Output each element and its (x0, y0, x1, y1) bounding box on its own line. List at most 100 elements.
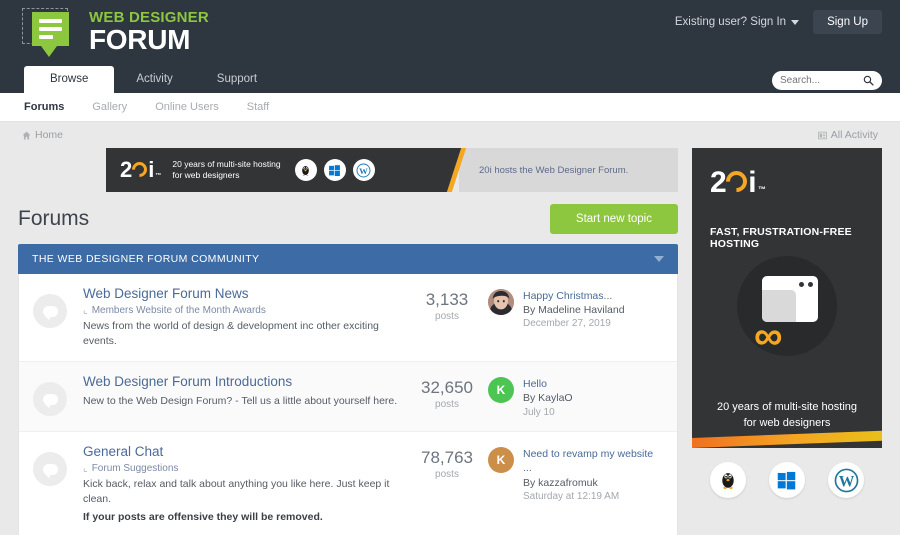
start-new-topic-button[interactable]: Start new topic (549, 204, 678, 234)
search-input[interactable] (780, 75, 863, 86)
top-ad-tm: ™ (155, 173, 161, 179)
post-count-label: posts (435, 399, 459, 411)
forum-bubble-icon (33, 452, 67, 487)
page-title-row: Forums Start new topic (18, 204, 678, 234)
side-ad-brand: 2 i ™ (710, 166, 766, 200)
windows-icon (768, 462, 805, 498)
linux-icon (709, 462, 746, 498)
logo-bar-3 (39, 35, 53, 39)
last-post-author: By kazzafromuk (523, 476, 598, 489)
top-ad-icons: W (294, 159, 375, 181)
sign-in-link[interactable]: Existing user? Sign In (675, 16, 800, 28)
search-box[interactable] (772, 71, 882, 90)
side-ad-footer-line1: 20 years of multi-site hosting (716, 401, 857, 414)
side-ad-brand-i: i (748, 166, 756, 199)
side-ad-footer: 20 years of multi-site hosting for web d… (692, 400, 882, 432)
post-count-label: posts (435, 469, 459, 481)
subnav-item-online-users[interactable]: Online Users (155, 101, 219, 113)
browser-dots (799, 282, 813, 287)
category-header[interactable]: THE WEB DESIGNER FORUM COMMUNITY (18, 244, 678, 274)
search-icon[interactable] (863, 75, 874, 86)
subnav-item-forums[interactable]: Forums (24, 101, 64, 113)
last-post-meta: Hello By KaylaO July 10 (523, 377, 573, 419)
tab-browse[interactable]: Browse (24, 65, 115, 93)
post-count: 3,133 posts (406, 290, 488, 322)
top-ad-brand-i: i (148, 157, 154, 182)
activity-list-icon (817, 131, 827, 139)
primary-tabbar: Browse Activity Support (0, 63, 900, 93)
forum-title-link[interactable]: Web Designer Forum News (83, 286, 398, 303)
subforum-link[interactable]: ⌞ Forum Suggestions (83, 463, 398, 474)
last-post-title[interactable]: Hello (523, 377, 573, 391)
last-post: Happy Christmas... By Madeline Haviland … (488, 289, 663, 331)
forum-bubble-icon (33, 294, 67, 328)
post-count-number: 32,650 (421, 378, 473, 398)
table-row[interactable]: Web Designer Forum News ⌞ Members Websit… (19, 274, 677, 363)
forum-title-link[interactable]: General Chat (83, 444, 398, 461)
sidebar-banner-ad[interactable]: 2 i ™ FAST, FRUSTRATION-FREE HOSTING ∞ 2… (692, 148, 882, 448)
logo-bar-2 (39, 27, 62, 31)
infinity-icon: ∞ (754, 314, 782, 358)
secondary-nav: Forums Gallery Online Users Staff (0, 93, 900, 122)
top-ad-tagline-line1: 20 years of multi-site hosting (172, 158, 281, 169)
sign-up-button[interactable]: Sign Up (813, 10, 882, 34)
svg-text:W: W (359, 165, 368, 175)
avatar-photo (488, 289, 514, 315)
header-actions: Existing user? Sign In Sign Up (675, 10, 882, 34)
side-ad-brand-2: 2 (710, 166, 727, 199)
tab-support[interactable]: Support (195, 66, 279, 94)
forum-info: Web Designer Forum Introductions New to … (83, 374, 406, 409)
forum-bubble-icon (33, 382, 67, 417)
category-title: THE WEB DESIGNER FORUM COMMUNITY (32, 253, 260, 265)
top-banner-ad[interactable]: 2 i ™ 20 years of multi-site hosting for… (106, 148, 678, 192)
last-post-title[interactable]: Happy Christmas... (523, 289, 625, 303)
logo-bar-1 (39, 19, 62, 23)
home-icon (22, 131, 31, 139)
top-ad-tagline-line2: for web designers (172, 170, 240, 180)
table-row[interactable]: General Chat ⌞ Forum Suggestions Kick ba… (19, 432, 677, 535)
last-post-date: December 27, 2019 (523, 318, 611, 330)
side-ad-icons: W (692, 462, 882, 498)
forum-description-warning: If your posts are offensive they will be… (83, 511, 323, 524)
post-count-number: 3,133 (425, 290, 469, 309)
logo-mark-icon (20, 6, 82, 58)
page-title: Forums (18, 207, 90, 230)
subnav-item-staff[interactable]: Staff (247, 101, 269, 113)
forum-list: Web Designer Forum News ⌞ Members Websit… (18, 274, 678, 535)
last-post-title[interactable]: Need to revamp my website ... (523, 447, 663, 475)
site-logo[interactable]: WEB DESIGNER FORUM (20, 6, 209, 58)
side-ad-gold-stripe (692, 430, 882, 448)
avatar[interactable]: K (488, 377, 514, 404)
post-count-number: 78,763 (421, 448, 473, 468)
breadcrumb-bar: Home All Activity (0, 122, 900, 148)
last-post-author: By Madeline Haviland (523, 304, 625, 317)
chevron-down-icon[interactable] (654, 256, 664, 262)
avatar[interactable] (488, 289, 514, 315)
subforum-arrow-icon: ⌞ (83, 304, 88, 316)
tab-activity[interactable]: Activity (114, 66, 194, 94)
subforum-label: Forum Suggestions (91, 463, 179, 475)
avatar[interactable]: K (488, 447, 514, 474)
table-row[interactable]: Web Designer Forum Introductions New to … (19, 362, 677, 433)
top-ad-tagline: 20 years of multi-site hosting for web d… (172, 159, 280, 182)
top-ad-brand: 2 i ™ (120, 157, 161, 183)
wordpress-icon: W (828, 462, 865, 498)
wordpress-icon: W (352, 159, 375, 181)
post-count: 32,650 posts (406, 378, 488, 410)
forum-description: News from the world of design & developm… (83, 319, 379, 348)
browser-dot-1 (799, 282, 804, 287)
last-post-date: July 10 (523, 406, 555, 418)
forum-title-link[interactable]: Web Designer Forum Introductions (83, 374, 398, 391)
all-activity-link[interactable]: All Activity (817, 129, 878, 141)
breadcrumb-home[interactable]: Home (22, 129, 63, 141)
main-column: 2 i ™ 20 years of multi-site hosting for… (18, 148, 678, 535)
site-header: WEB DESIGNER FORUM Existing user? Sign I… (0, 0, 900, 63)
side-ad-ring-icon (721, 166, 752, 197)
windows-icon (323, 159, 346, 181)
logo-text: WEB DESIGNER FORUM (89, 10, 209, 54)
logo-line-1: WEB DESIGNER (89, 9, 209, 26)
side-ad-headline: FAST, FRUSTRATION-FREE HOSTING (710, 226, 852, 250)
subforum-link[interactable]: ⌞ Members Website of the Month Awards (83, 305, 398, 316)
logo-line-2: FORUM (89, 24, 191, 55)
subnav-item-gallery[interactable]: Gallery (92, 101, 127, 113)
